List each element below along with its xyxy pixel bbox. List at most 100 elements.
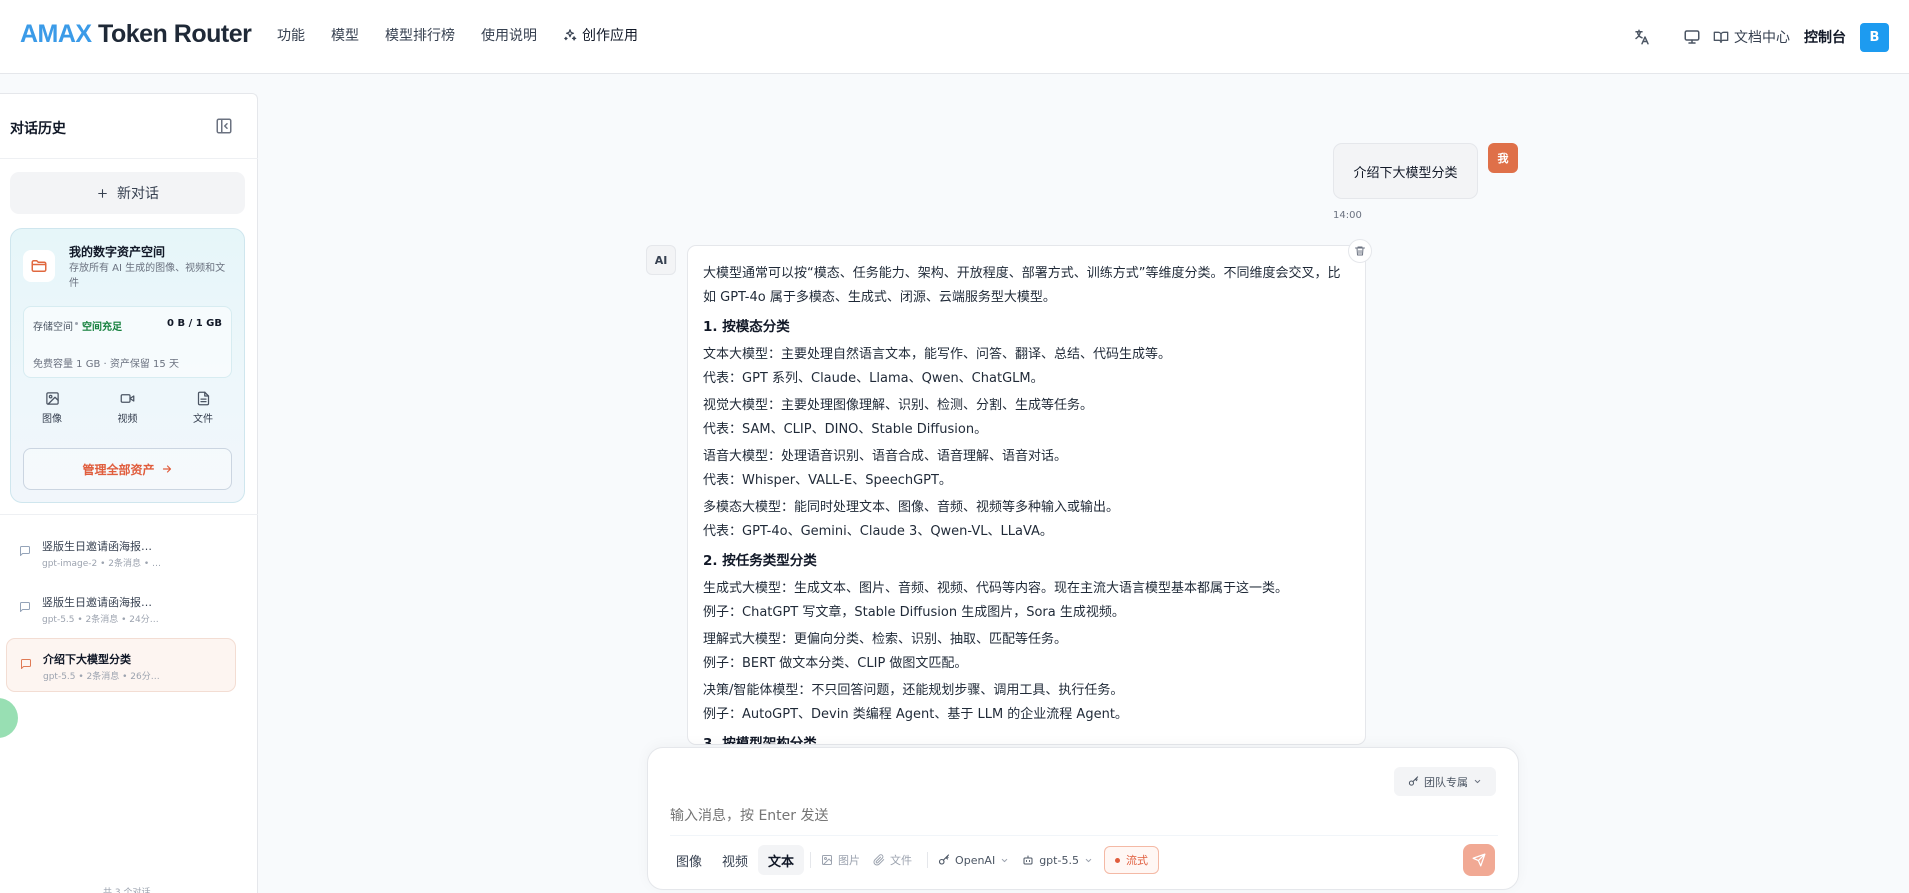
history-item-meta: gpt-image-2 • 2条消息 • … (42, 559, 161, 569)
history-item-meta: gpt-5.5 • 2条消息 • 26分… (43, 672, 160, 682)
history-item-title: 介绍下大模型分类 (43, 653, 131, 666)
key-icon (1408, 776, 1419, 786)
brand-name-part2: Token Router (91, 20, 252, 48)
floating-assistant-button[interactable] (0, 698, 18, 738)
asset-space-title: 我的数字资产空间 (69, 245, 166, 259)
provider-selector[interactable]: OpenAI (938, 854, 1009, 867)
team-exclusive-label: 团队专属 (1424, 775, 1468, 789)
stream-label: 流式 (1125, 854, 1148, 867)
mode-tab-image[interactable]: 图像 (666, 845, 712, 875)
nav-item-create-app[interactable]: 创作应用 (563, 25, 638, 45)
main-nav: 功能 模型 模型排行榜 使用说明 创作应用 (277, 25, 664, 45)
chevron-down-icon (1085, 858, 1092, 862)
ai-list-item: 决策/智能体模型：不只回答问题，还能规划步骤、调用工具、执行任务。 例子：Aut… (703, 679, 1349, 727)
image-icon (822, 855, 833, 865)
new-chat-button[interactable]: 新对话 (10, 172, 245, 214)
ai-item-example: 例子：ChatGPT 写文章，Stable Diffusion 生成图片，Sor… (703, 605, 1125, 620)
user-message-time: 14:00 (1333, 210, 1362, 221)
mode-tab-video[interactable]: 视频 (712, 845, 758, 875)
image-icon (45, 392, 59, 405)
header-actions: 文档中心 控制台 B (1625, 20, 1889, 54)
docs-center-label: 文档中心 (1734, 30, 1790, 46)
toolbar-divider (927, 852, 929, 868)
asset-type-video[interactable]: 视频 (99, 391, 157, 425)
docs-center-link[interactable]: 文档中心 (1713, 27, 1790, 47)
message-input[interactable] (670, 808, 1370, 824)
chat-bubble-icon (21, 659, 31, 669)
file-icon (197, 391, 209, 406)
monitor-icon[interactable] (1675, 20, 1709, 54)
ai-avatar: AI (646, 245, 676, 275)
history-item[interactable]: 竖版生日邀请函海报… gpt-image-2 • 2条消息 • … (6, 526, 236, 580)
team-exclusive-selector[interactable]: 团队专属 (1394, 767, 1496, 796)
ai-item-line: 多模态大模型：能同时处理文本、图像、音频、视频等多种输入或输出。 (703, 500, 1120, 515)
nav-item-usage[interactable]: 使用说明 (481, 25, 537, 45)
history-item-title: 竖版生日邀请函海报… (42, 540, 152, 553)
video-icon (120, 394, 135, 403)
ai-item-example: 代表：GPT-4o、Gemini、Claude 3、Qwen-VL、LLaVA。 (703, 524, 1053, 539)
nav-item-leaderboard[interactable]: 模型排行榜 (385, 25, 455, 45)
trash-icon (1355, 246, 1365, 256)
ai-section-heading: 1. 按模态分类 (703, 319, 790, 335)
new-chat-label: 新对话 (117, 186, 159, 202)
robot-icon (1023, 855, 1033, 865)
arrow-right-icon (162, 465, 171, 473)
storage-note: 免费容量 1 GB · 资产保留 15 天 (33, 359, 179, 370)
book-icon (1713, 31, 1729, 43)
attach-file-label: 文件 (890, 854, 913, 867)
send-button[interactable] (1463, 844, 1495, 876)
ai-list-item: 理解式大模型：更偏向分类、检索、识别、抽取、匹配等任务。 例子：BERT 做文本… (703, 628, 1349, 676)
top-bar: AMAX Token Router 功能 模型 模型排行榜 使用说明 创作应用 … (0, 0, 1909, 74)
asset-type-file[interactable]: 文件 (174, 391, 232, 425)
ai-list-item: 语音大模型：处理语音识别、语音合成、语音理解、语音对话。 代表：Whisper、… (703, 445, 1349, 493)
attach-file-button[interactable]: 文件 (873, 852, 912, 868)
brand-name-part1: AMAX (20, 20, 92, 48)
model-selector[interactable]: gpt-5.5 (1022, 854, 1093, 867)
delete-message-button[interactable] (1348, 239, 1372, 263)
sidebar-divider (0, 158, 258, 159)
stream-toggle[interactable]: 流式 (1103, 846, 1159, 874)
digital-asset-card: 我的数字资产空间 存放所有 AI 生成的图像、视频和文件 存储空间 空间充足 0… (10, 228, 245, 503)
history-item-active[interactable]: 介绍下大模型分类 gpt-5.5 • 2条消息 • 26分… (6, 638, 236, 692)
chat-bubble-icon (20, 602, 30, 612)
user-message-avatar: 我 (1488, 143, 1518, 173)
sidebar: 对话历史 新对话 我的数字资产空间 存放所有 AI 生成的图像、视频和文件 存储… (0, 93, 258, 893)
brand-logo[interactable]: AMAX Token Router (20, 20, 252, 49)
ai-item-line: 视觉大模型：主要处理图像理解、识别、检测、分割、生成等任务。 (703, 398, 1094, 413)
asset-type-image[interactable]: 图像 (23, 391, 81, 425)
mode-tab-text[interactable]: 文本 (758, 845, 805, 875)
chevron-down-icon (1001, 858, 1008, 862)
asset-type-video-label: 视频 (117, 414, 138, 425)
nav-item-features[interactable]: 功能 (277, 25, 305, 45)
ai-list-item: 视觉大模型：主要处理图像理解、识别、检测、分割、生成等任务。 代表：SAM、CL… (703, 394, 1349, 442)
storage-usage: 0 B / 1 GB (167, 318, 222, 329)
sidebar-collapse-icon[interactable] (215, 117, 233, 135)
console-link[interactable]: 控制台 (1804, 27, 1846, 47)
create-app-label: 创作应用 (582, 28, 638, 44)
storage-status: 空间充足 (82, 322, 122, 333)
ai-intro-paragraph: 大模型通常可以按“模态、任务能力、架构、开放程度、部署方式、训练方式”等维度分类… (703, 266, 1341, 305)
asset-type-image-label: 图像 (42, 414, 62, 425)
translate-icon[interactable] (1625, 20, 1659, 54)
send-icon (1472, 853, 1486, 867)
conversation-history-list: 竖版生日邀请函海报… gpt-image-2 • 2条消息 • … 竖版生日邀请… (6, 526, 236, 694)
history-item-title: 竖版生日邀请函海报… (42, 596, 152, 609)
plus-icon (98, 188, 107, 198)
ai-list-item: 文本大模型：主要处理自然语言文本，能写作、问答、翻译、总结、代码生成等。 代表：… (703, 343, 1349, 391)
attach-image-button[interactable]: 图片 (821, 852, 860, 868)
ai-item-line: 文本大模型：主要处理自然语言文本，能写作、问答、翻译、总结、代码生成等。 (703, 347, 1172, 362)
ai-item-line: 理解式大模型：更偏向分类、检索、识别、抽取、匹配等任务。 (703, 632, 1068, 647)
ai-item-line: 语音大模型：处理语音识别、语音合成、语音理解、语音对话。 (703, 449, 1068, 464)
nav-item-models[interactable]: 模型 (331, 25, 359, 45)
ai-item-example: 代表：SAM、CLIP、DINO、Stable Diffusion。 (703, 422, 988, 437)
ai-item-line: 决策/智能体模型：不只回答问题，还能规划步骤、调用工具、执行任务。 (703, 683, 1124, 698)
stream-status-dot (1114, 857, 1120, 863)
history-item-meta: gpt-5.5 • 2条消息 • 24分… (42, 615, 159, 625)
ai-section-heading: 3. 按模型架构分类 (703, 736, 817, 745)
sparkle-icon (564, 29, 577, 41)
user-avatar-button[interactable]: B (1860, 22, 1889, 52)
history-item[interactable]: 竖版生日邀请函海报… gpt-5.5 • 2条消息 • 24分… (6, 582, 236, 636)
composer-toolbar: 图像 视频 文本 图片 文件 OpenAI gpt-5.5 流式 (666, 844, 1159, 876)
storage-label: 存储空间 (33, 322, 73, 333)
manage-assets-button[interactable]: 管理全部资产 (23, 448, 232, 490)
